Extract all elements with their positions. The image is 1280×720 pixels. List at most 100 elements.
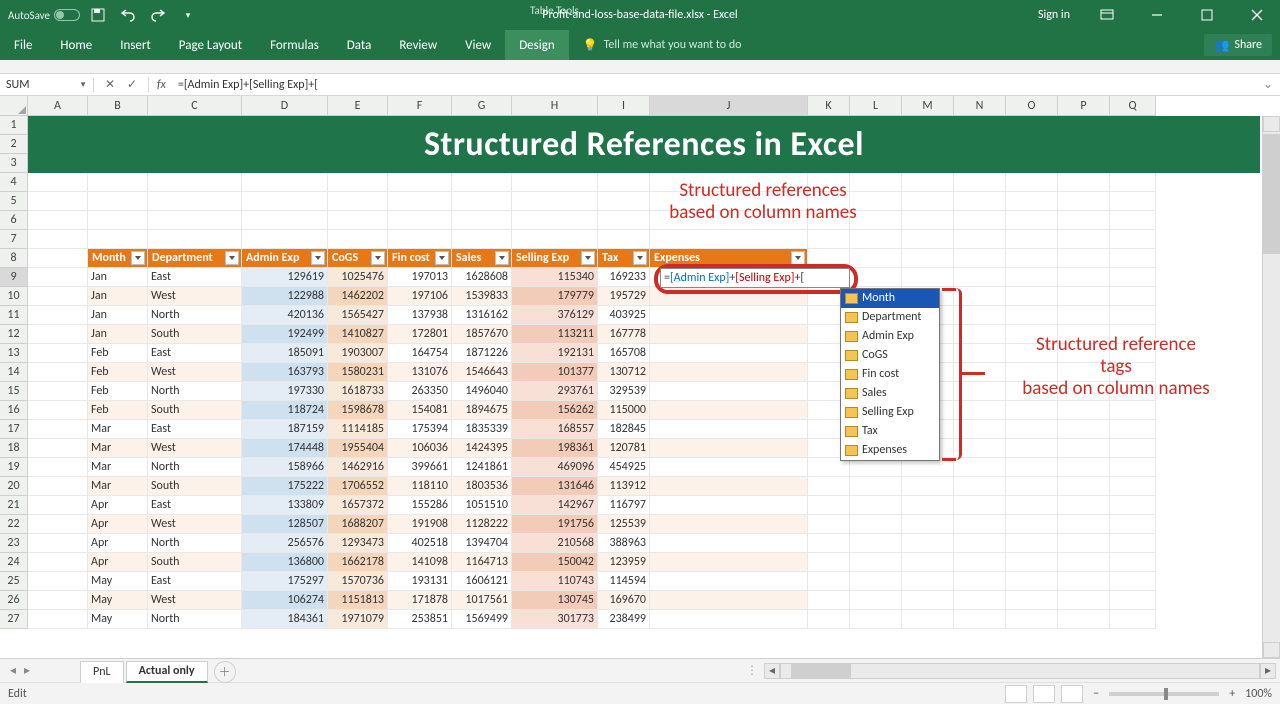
cell[interactable] (1058, 230, 1110, 249)
cell[interactable] (28, 173, 88, 192)
row-header-23[interactable]: 23 (0, 534, 28, 553)
filter-dropdown-icon[interactable] (311, 251, 325, 265)
cell[interactable] (1110, 211, 1156, 230)
cell[interactable] (954, 344, 1006, 363)
cell[interactable] (598, 192, 650, 211)
cell[interactable]: 1114185 (328, 420, 388, 439)
filter-dropdown-icon[interactable] (791, 251, 805, 265)
cell[interactable] (1058, 420, 1110, 439)
cell[interactable] (1058, 306, 1110, 325)
sign-in-link[interactable]: Sign in (1028, 8, 1080, 22)
cell[interactable] (1058, 325, 1110, 344)
autocomplete-item[interactable]: Selling Exp (841, 403, 939, 422)
cell[interactable] (1006, 401, 1058, 420)
cell[interactable] (598, 230, 650, 249)
cell[interactable] (1058, 401, 1110, 420)
cell[interactable]: May (88, 610, 148, 629)
cell[interactable]: 129619 (242, 268, 328, 287)
cell[interactable] (28, 420, 88, 439)
cell[interactable] (1006, 363, 1058, 382)
cell[interactable]: 158966 (242, 458, 328, 477)
cell[interactable]: 165708 (598, 344, 650, 363)
cell[interactable] (88, 230, 148, 249)
row-header-1[interactable]: 1 (0, 116, 28, 135)
cell[interactable] (28, 249, 88, 268)
cell[interactable]: 1316162 (452, 306, 512, 325)
cell[interactable]: 168557 (512, 420, 598, 439)
autocomplete-item[interactable]: Month (841, 289, 939, 308)
cell[interactable]: 210568 (512, 534, 598, 553)
cell[interactable] (650, 211, 808, 230)
cell[interactable] (1110, 610, 1156, 629)
cell[interactable] (1006, 534, 1058, 553)
cell[interactable]: 1706552 (328, 477, 388, 496)
row-header-24[interactable]: 24 (0, 553, 28, 572)
cell[interactable] (388, 211, 452, 230)
cell[interactable] (1058, 344, 1110, 363)
cell[interactable]: 130745 (512, 591, 598, 610)
cell[interactable]: 101377 (512, 363, 598, 382)
cell[interactable] (1058, 534, 1110, 553)
cell[interactable]: 1971079 (328, 610, 388, 629)
cell[interactable] (1110, 458, 1156, 477)
cell[interactable]: 293761 (512, 382, 598, 401)
cell[interactable] (28, 230, 88, 249)
cell[interactable] (1110, 439, 1156, 458)
hscroll-right-icon[interactable]: ▸ (1260, 663, 1276, 679)
cell[interactable] (650, 515, 808, 534)
cell[interactable] (954, 382, 1006, 401)
cell[interactable] (808, 610, 850, 629)
cell[interactable]: 192131 (512, 344, 598, 363)
cell[interactable] (28, 363, 88, 382)
cell[interactable] (28, 287, 88, 306)
cell[interactable] (954, 230, 1006, 249)
cell[interactable]: 1565427 (328, 306, 388, 325)
scroll-down-icon[interactable] (1263, 642, 1280, 658)
cell[interactable]: 1628608 (452, 268, 512, 287)
row-header-9[interactable]: 9 (0, 268, 28, 287)
cell[interactable]: 454925 (598, 458, 650, 477)
cell[interactable]: 197330 (242, 382, 328, 401)
close-icon[interactable] (1234, 0, 1280, 30)
cell[interactable]: 130712 (598, 363, 650, 382)
cell[interactable]: 420136 (242, 306, 328, 325)
cell[interactable]: 198361 (512, 439, 598, 458)
cell[interactable] (954, 401, 1006, 420)
cell[interactable]: 195729 (598, 287, 650, 306)
col-header-N[interactable]: N (954, 96, 1006, 116)
cell[interactable] (850, 496, 902, 515)
table-header-tax[interactable]: Tax (598, 249, 650, 268)
cell[interactable] (28, 610, 88, 629)
cell[interactable] (902, 534, 954, 553)
cell[interactable] (850, 477, 902, 496)
cell[interactable] (954, 306, 1006, 325)
cell[interactable] (1058, 249, 1110, 268)
cell[interactable] (242, 211, 328, 230)
col-header-E[interactable]: E (328, 96, 388, 116)
cell[interactable]: 163793 (242, 363, 328, 382)
cell[interactable]: 1462916 (328, 458, 388, 477)
cell[interactable] (88, 192, 148, 211)
tab-design[interactable]: Design (505, 30, 568, 60)
cell[interactable]: West (148, 515, 242, 534)
cell[interactable] (328, 211, 388, 230)
cell[interactable]: South (148, 325, 242, 344)
cell[interactable] (650, 439, 808, 458)
row-header-7[interactable]: 7 (0, 230, 28, 249)
cell[interactable]: 156262 (512, 401, 598, 420)
cell[interactable] (1006, 439, 1058, 458)
autocomplete-item[interactable]: Sales (841, 384, 939, 403)
cell[interactable] (650, 192, 808, 211)
redo-icon[interactable] (146, 3, 170, 27)
cell[interactable] (1058, 572, 1110, 591)
cell[interactable] (954, 325, 1006, 344)
cell[interactable] (28, 591, 88, 610)
cell[interactable] (28, 192, 88, 211)
cell[interactable]: Mar (88, 477, 148, 496)
row-header-15[interactable]: 15 (0, 382, 28, 401)
cell[interactable]: 120781 (598, 439, 650, 458)
col-header-C[interactable]: C (148, 96, 242, 116)
filter-dropdown-icon[interactable] (633, 251, 647, 265)
row-header-25[interactable]: 25 (0, 572, 28, 591)
cell[interactable] (954, 534, 1006, 553)
